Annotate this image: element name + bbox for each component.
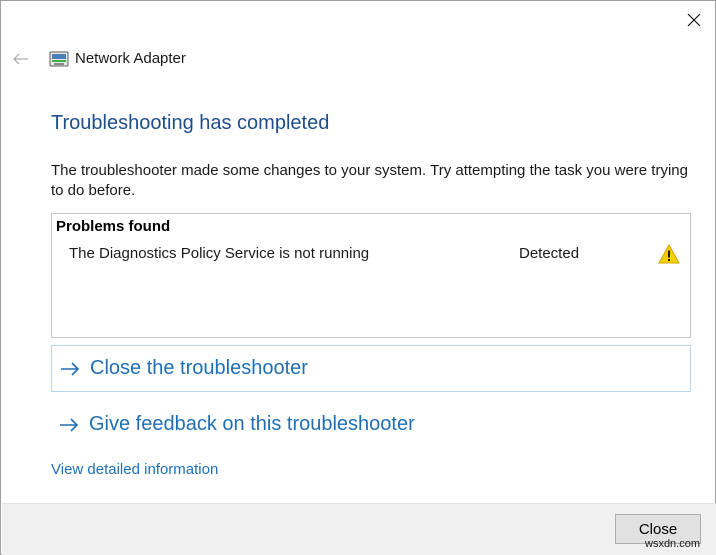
description-text: The troubleshooter made some changes to …	[51, 162, 688, 199]
back-button[interactable]	[9, 47, 33, 71]
arrow-right-icon	[60, 417, 79, 432]
close-troubleshooter-label: Close the troubleshooter	[90, 357, 308, 379]
page-title: Troubleshooting has completed	[51, 112, 330, 134]
problem-name: The Diagnostics Policy Service is not ru…	[69, 245, 370, 262]
warning-icon	[658, 244, 680, 264]
arrow-right-icon	[61, 361, 80, 376]
view-detailed-information-link[interactable]: View detailed information	[51, 461, 218, 478]
problems-panel: Problems found The Diagnostics Policy Se…	[51, 213, 691, 338]
close-icon	[687, 13, 701, 27]
watermark-text: wsxdn.com	[645, 538, 701, 550]
give-feedback-label: Give feedback on this troubleshooter	[89, 413, 415, 435]
window-close-button[interactable]	[677, 5, 711, 35]
back-arrow-icon	[13, 53, 28, 65]
problem-row[interactable]: The Diagnostics Policy Service is not ru…	[52, 244, 690, 266]
footer-bar	[2, 503, 716, 555]
problems-header: Problems found	[56, 218, 171, 235]
close-troubleshooter-link[interactable]: Close the troubleshooter	[51, 345, 691, 392]
network-adapter-icon	[49, 51, 69, 67]
troubleshooter-window: Network Adapter Troubleshooting has comp…	[0, 0, 716, 555]
problem-status: Detected	[519, 245, 580, 262]
give-feedback-link[interactable]: Give feedback on this troubleshooter	[51, 401, 691, 448]
window-title: Network Adapter	[75, 50, 186, 67]
